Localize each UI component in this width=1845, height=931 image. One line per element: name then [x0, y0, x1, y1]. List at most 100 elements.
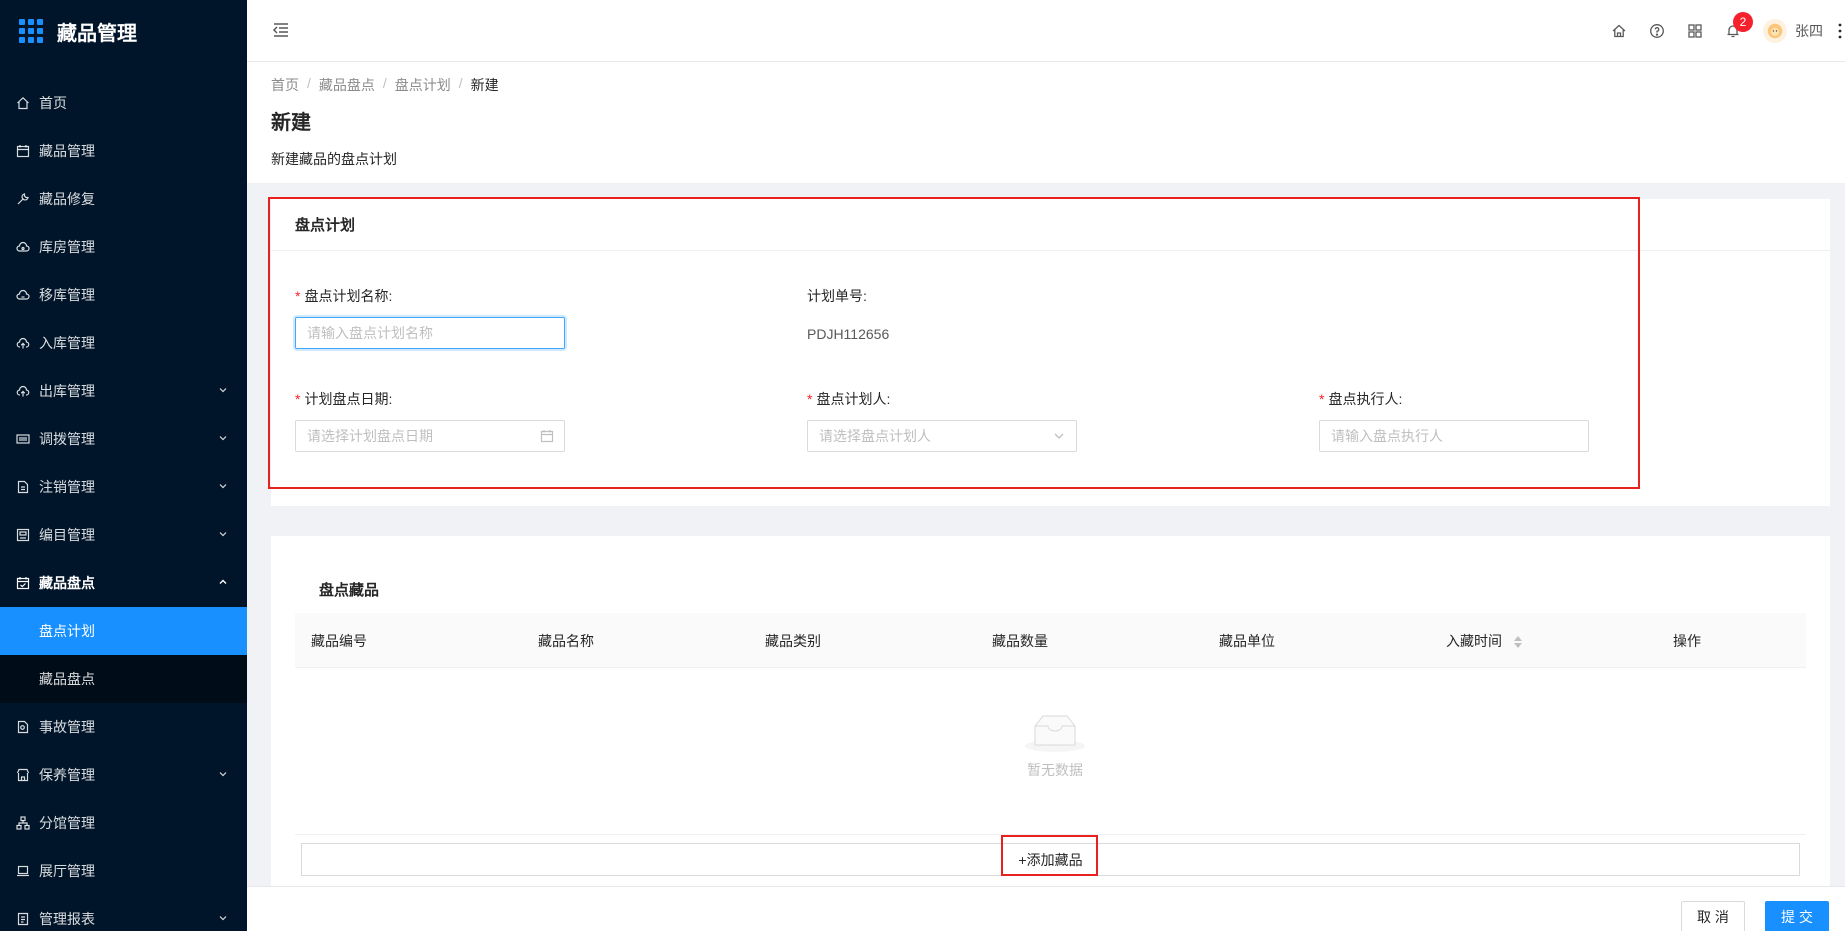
card-title: 盘点藏品: [319, 582, 380, 599]
sidebar-item-home[interactable]: 首页: [0, 79, 247, 127]
submit-button[interactable]: 提 交: [1765, 901, 1829, 931]
cluster-icon: [16, 816, 30, 830]
sidebar-item-label: 藏品盘点: [39, 575, 95, 591]
wrench-icon: [16, 192, 30, 206]
appstore-icon[interactable]: [1687, 23, 1703, 39]
calendar-check-icon: [16, 576, 30, 590]
sidebar-item-label: 保养管理: [39, 767, 95, 783]
breadcrumb-item-plan[interactable]: 盘点计划: [395, 75, 451, 95]
file-search-icon: [16, 720, 30, 734]
sidebar-subitem-collection-inventory[interactable]: 藏品盘点: [0, 655, 247, 703]
empty-text: 暂无数据: [1027, 762, 1083, 778]
cloud-icon: [16, 240, 30, 254]
sidebar-item-label: 编目管理: [39, 527, 95, 543]
sidebar-menu: 首页 藏品管理 藏品修复 库房管理 移库管理 入库管理 出库管理 调拨管理 注销…: [0, 79, 247, 931]
sidebar-item-label: 藏品盘点: [39, 671, 95, 687]
page-header: 首页 / 藏品盘点 / 盘点计划 / 新建 新建 新建藏品的盘点计划: [247, 62, 1845, 183]
sidebar-item-outbound[interactable]: 出库管理: [0, 367, 247, 415]
chevron-down-icon: [219, 388, 227, 393]
sidebar-item-label: 移库管理: [39, 287, 95, 303]
sidebar-item-maintenance[interactable]: 保养管理: [0, 751, 247, 799]
logo: 藏品管理: [0, 0, 247, 62]
breadcrumb-separator: /: [307, 75, 311, 91]
home-icon[interactable]: [1611, 23, 1627, 39]
page-description: 新建藏品的盘点计划: [271, 151, 397, 167]
highlight-box: [1001, 835, 1098, 876]
sidebar-item-label: 展厅管理: [39, 863, 95, 879]
sidebar-item-exhibition-halls[interactable]: 展厅管理: [0, 847, 247, 895]
file-icon: [16, 480, 30, 494]
column-header: 操作: [1673, 633, 1701, 649]
footer-bar: 取 消 提 交: [247, 886, 1845, 931]
sidebar-item-collections[interactable]: 藏品管理: [0, 127, 247, 175]
cloud-upload-icon: [16, 384, 30, 398]
sidebar-item-cataloging[interactable]: 编目管理: [0, 511, 247, 559]
chevron-down-icon: [219, 532, 227, 537]
notification-badge: 2: [1733, 12, 1753, 32]
chevron-down-icon: [219, 772, 227, 777]
highlight-box: [268, 197, 1640, 489]
sidebar-item-cancellation[interactable]: 注销管理: [0, 463, 247, 511]
sidebar-item-label: 藏品管理: [39, 143, 95, 159]
shop-icon: [16, 768, 30, 782]
chevron-down-icon: [219, 484, 227, 489]
breadcrumb-item-home[interactable]: 首页: [271, 75, 299, 95]
sidebar-item-label: 事故管理: [39, 719, 95, 735]
sidebar-item-restoration[interactable]: 藏品修复: [0, 175, 247, 223]
calendar-icon: [16, 144, 30, 158]
column-header: 藏品类别: [765, 633, 821, 649]
sidebar-item-branches[interactable]: 分馆管理: [0, 799, 247, 847]
cloud-sync-icon: [16, 288, 30, 302]
page-title: 新建: [271, 112, 311, 134]
sidebar-subitem-inventory-plan[interactable]: 盘点计划: [0, 607, 247, 655]
app-title: 藏品管理: [57, 22, 137, 45]
sidebar-item-label: 注销管理: [39, 479, 95, 495]
sidebar-item-label: 库房管理: [39, 239, 95, 255]
lion-avatar-icon: [1767, 23, 1783, 39]
column-header-sortable[interactable]: 入藏时间: [1446, 631, 1522, 651]
menu-fold-icon[interactable]: [271, 20, 291, 40]
sidebar-item-inbound[interactable]: 入库管理: [0, 319, 247, 367]
help-icon[interactable]: [1649, 23, 1665, 39]
sidebar-item-label: 首页: [39, 95, 67, 111]
barcode-icon: [16, 432, 30, 446]
sidebar-item-incidents[interactable]: 事故管理: [0, 703, 247, 751]
catalog-icon: [16, 528, 30, 542]
breadcrumb: 首页 / 藏品盘点 / 盘点计划 / 新建: [271, 75, 499, 95]
sidebar-item-inventory[interactable]: 藏品盘点: [0, 559, 247, 607]
table-header: 藏品编号 藏品名称 藏品类别 藏品数量 藏品单位 入藏时间 操作: [295, 613, 1806, 668]
chevron-down-icon: [219, 916, 227, 921]
chevron-up-icon: [219, 579, 227, 584]
sidebar-item-warehouse[interactable]: 库房管理: [0, 223, 247, 271]
sidebar-item-label: 管理报表: [39, 911, 95, 927]
breadcrumb-separator: /: [458, 75, 463, 91]
sort-icon[interactable]: [1513, 636, 1522, 649]
inventory-items-card: 盘点藏品 藏品编号 藏品名称 藏品类别 藏品数量 藏品单位 入藏时间 操作 暂无…: [271, 536, 1830, 886]
inventory-submenu: 盘点计划 藏品盘点: [0, 607, 247, 703]
cloud-upload-icon: [16, 336, 30, 350]
breadcrumb-separator: /: [382, 75, 387, 91]
username[interactable]: 张四: [1795, 21, 1823, 41]
sidebar-item-allocation[interactable]: 调拨管理: [0, 415, 247, 463]
column-header: 藏品名称: [538, 633, 594, 649]
empty-state: 暂无数据: [1020, 712, 1090, 780]
sidebar-item-label: 盘点计划: [39, 623, 95, 639]
chevron-down-icon: [219, 436, 227, 441]
home-icon: [16, 96, 30, 110]
more-vertical-icon[interactable]: [1837, 21, 1843, 41]
column-header: 藏品编号: [311, 633, 367, 649]
sidebar-item-transfer-storage[interactable]: 移库管理: [0, 271, 247, 319]
column-header: 藏品单位: [1219, 633, 1275, 649]
breadcrumb-item-inventory[interactable]: 藏品盘点: [319, 75, 375, 95]
sidebar-item-reports[interactable]: 管理报表: [0, 895, 247, 931]
laptop-icon: [16, 864, 30, 878]
report-icon: [16, 912, 30, 926]
avatar[interactable]: [1763, 19, 1787, 43]
notification-bell[interactable]: 2: [1725, 12, 1753, 39]
cancel-button[interactable]: 取 消: [1681, 901, 1745, 931]
empty-inbox-icon: [1025, 715, 1085, 752]
top-header: 2 张四: [247, 0, 1845, 62]
sidebar-item-label: 入库管理: [39, 335, 95, 351]
sidebar-item-label: 调拨管理: [39, 431, 95, 447]
sidebar-item-label: 出库管理: [39, 383, 95, 399]
